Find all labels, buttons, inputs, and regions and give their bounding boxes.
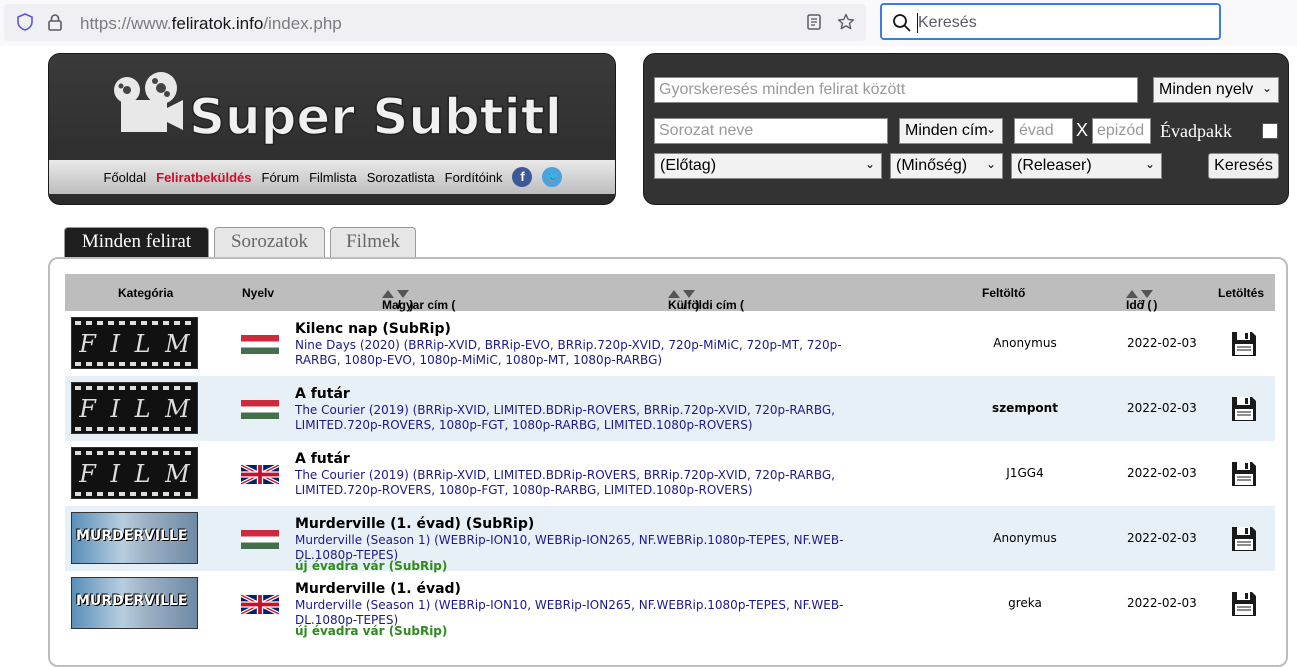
nav-movie-list[interactable]: Filmlista — [309, 170, 357, 185]
table-header: Kategória Nyelv Magyar cím ( / ) Külföld… — [65, 274, 1275, 312]
floppy-disk-icon[interactable] — [1231, 461, 1257, 487]
chevron-down-icon: ⌄ — [1261, 81, 1272, 95]
english-flag-icon — [241, 465, 279, 484]
logo-text: Super Subtitles — [189, 88, 559, 146]
uploader-name[interactable]: Anonymus — [965, 531, 1085, 545]
nav-series-list[interactable]: Sorozatlista — [367, 170, 435, 185]
foreign-title-link[interactable]: The Courier (2019) (BRRip-XVID, LIMITED.… — [295, 468, 865, 498]
table-row: MURDERVILLE Murderville (1. évad) (SubRip… — [65, 506, 1275, 573]
chevron-down-icon: ⌄ — [1144, 157, 1155, 171]
table-row: FILM A futár The Courier (2019) (BRRip-XVI… — [65, 441, 1275, 506]
tab-series[interactable]: Sorozatok — [214, 227, 325, 257]
nav-home[interactable]: Főoldal — [104, 170, 147, 185]
category-series-thumbnail[interactable]: MURDERVILLE — [71, 577, 198, 629]
table-row: FILM A futár The Courier (2019) (BRRip-XVI… — [65, 376, 1275, 441]
lock-icon[interactable] — [46, 13, 64, 31]
header-category: Kategória — [118, 286, 174, 300]
floppy-disk-icon[interactable] — [1231, 396, 1257, 422]
english-flag-icon — [241, 595, 279, 614]
releaser-select[interactable]: (Releaser) ⌄ — [1011, 153, 1162, 179]
season-note: új évadra vár (SubRip) — [295, 624, 448, 638]
upload-date: 2022-02-03 — [1127, 336, 1197, 350]
subtitle-table: Kategória Nyelv Magyar cím ( / ) Külföld… — [48, 257, 1288, 667]
foreign-title-link[interactable]: Nine Days (2020) (BRRip-XVID, BRRip-EVO,… — [295, 338, 865, 368]
hungarian-title-link[interactable]: A futár — [295, 386, 350, 402]
address-bar[interactable]: https://www.feliratok.info/index.php — [4, 4, 866, 41]
language-select[interactable]: Minden nyelv ⌄ — [1153, 77, 1279, 103]
nav-forum[interactable]: Fórum — [262, 170, 300, 185]
browser-search-input[interactable]: Keresés — [880, 3, 1221, 40]
header-hu-title[interactable]: Magyar cím ( / ) — [382, 286, 455, 312]
chevron-down-icon: ⌄ — [864, 157, 875, 171]
uploader-name[interactable]: Anonymus — [965, 336, 1085, 350]
hungarian-title-link[interactable]: Kilenc nap (SubRip) — [295, 321, 451, 337]
hungarian-title-link[interactable]: Murderville (1. évad) (SubRip) — [295, 516, 534, 532]
upload-date: 2022-02-03 — [1127, 401, 1197, 415]
search-button[interactable]: Keresés — [1208, 153, 1279, 179]
search-icon — [893, 14, 911, 32]
floppy-disk-icon[interactable] — [1231, 331, 1257, 357]
search-placeholder: Keresés — [918, 14, 977, 31]
series-name-input[interactable]: Sorozat neve — [654, 118, 888, 144]
tab-all-subtitles[interactable]: Minden felirat — [64, 227, 209, 257]
episode-input[interactable]: epizód — [1092, 118, 1151, 144]
floppy-disk-icon[interactable] — [1231, 591, 1257, 617]
twitter-icon[interactable]: 🐦 — [542, 167, 563, 187]
sort-desc-icon[interactable] — [1141, 289, 1154, 298]
header-uploader: Feltöltő — [982, 286, 1026, 300]
sort-asc-icon[interactable] — [668, 289, 680, 298]
x-separator: X — [1076, 120, 1089, 140]
category-series-thumbnail[interactable]: MURDERVILLE — [71, 512, 198, 564]
season-pack-checkbox[interactable] — [1262, 123, 1278, 139]
uploader-name[interactable]: J1GG4 — [965, 466, 1085, 480]
category-film-thumbnail[interactable]: FILM — [71, 382, 198, 434]
upload-date: 2022-02-03 — [1127, 596, 1197, 610]
browser-toolbar: https://www.feliratok.info/index.php Ker… — [0, 0, 1297, 46]
hungarian-title-link[interactable]: A futár — [295, 451, 350, 467]
tab-movies[interactable]: Filmek — [330, 227, 416, 257]
prefix-select[interactable]: (Előtag) ⌄ — [654, 153, 882, 179]
uploader-name[interactable]: szempont — [965, 401, 1085, 415]
header-foreign-title[interactable]: Külföldi cím ( / ) — [668, 286, 744, 312]
table-row: MURDERVILLE Murderville (1. évad) Murdervi… — [65, 571, 1275, 638]
sort-asc-icon[interactable] — [1126, 289, 1138, 298]
header-time[interactable]: Idő ( / ) — [1126, 286, 1157, 312]
main-nav: Főoldal Feliratbeküldés Fórum Filmlista … — [49, 160, 615, 194]
header-download: Letöltés — [1218, 286, 1265, 300]
table-row: F I L M Kilenc nap (SubRip) Nine Days (2020) … — [65, 311, 1275, 376]
quality-select[interactable]: (Minőség) ⌄ — [890, 153, 1003, 179]
shield-icon[interactable] — [16, 13, 34, 31]
hungarian-flag-icon — [241, 530, 279, 549]
sort-desc-icon[interactable] — [683, 289, 696, 298]
header-language: Nyelv — [242, 286, 275, 300]
hungarian-flag-icon — [241, 400, 279, 419]
quick-search-input[interactable]: Gyorskeresés minden felirat között — [654, 77, 1138, 103]
site-header: Super Subtitles Főoldal Feliratbeküldés … — [48, 53, 616, 205]
category-film-thumbnail[interactable]: FILM — [71, 447, 198, 499]
hungarian-flag-icon — [241, 335, 279, 354]
floppy-disk-icon[interactable] — [1231, 526, 1257, 552]
upload-date: 2022-02-03 — [1127, 466, 1197, 480]
nav-translators[interactable]: Fordítóink — [445, 170, 503, 185]
sort-asc-icon[interactable] — [382, 289, 394, 298]
nav-submit-subtitle[interactable]: Feliratbeküldés — [156, 170, 251, 185]
season-input[interactable]: évad — [1014, 118, 1073, 144]
chevron-down-icon: ⌄ — [985, 157, 996, 171]
title-select[interactable]: Minden cím ⌄ — [899, 118, 1003, 144]
bookmark-star-icon[interactable] — [837, 13, 855, 31]
category-film-thumbnail[interactable]: FILM — [71, 317, 198, 369]
site-logo[interactable]: Super Subtitles — [109, 64, 559, 154]
reader-view-icon[interactable] — [805, 13, 823, 31]
foreign-title-link[interactable]: The Courier (2019) (BRRip-XVID, LIMITED.… — [295, 403, 865, 433]
sort-desc-icon[interactable] — [397, 289, 410, 298]
upload-date: 2022-02-03 — [1127, 531, 1197, 545]
hungarian-title-link[interactable]: Murderville (1. évad) — [295, 581, 461, 597]
facebook-icon[interactable]: f — [512, 167, 533, 187]
season-pack-label: Évadpakk — [1160, 121, 1232, 141]
uploader-name[interactable]: greka — [965, 596, 1085, 610]
search-panel: Gyorskeresés minden felirat között Minde… — [643, 53, 1289, 205]
chevron-down-icon: ⌄ — [985, 122, 996, 136]
url-text[interactable]: https://www.feliratok.info/index.php — [80, 14, 342, 34]
